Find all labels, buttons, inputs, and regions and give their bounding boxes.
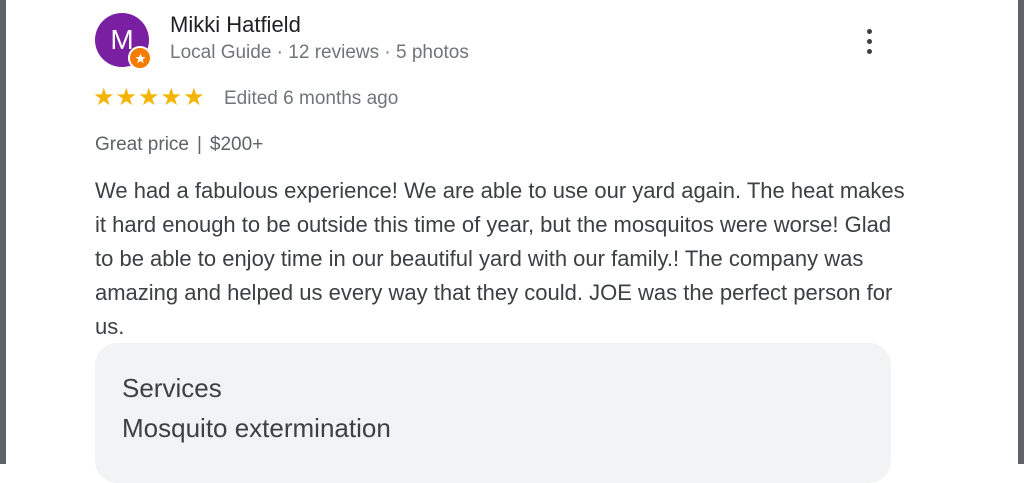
more-options-button[interactable] [856, 24, 882, 58]
window-frame-right [1018, 0, 1024, 464]
price-label: Great price [95, 134, 189, 155]
star-icon: ★ [160, 84, 183, 111]
services-title: Services [122, 373, 222, 403]
star-icon: ★ [93, 84, 115, 111]
services-value: Mosquito extermination [122, 413, 391, 443]
reviewer-meta: Local Guide · 12 reviews · 5 photos [170, 42, 469, 63]
review-text: We had a fabulous experience! We are abl… [95, 178, 905, 339]
more-vert-icon-dot [866, 48, 872, 54]
star-icon: ★ [115, 84, 138, 111]
edited-timestamp: Edited 6 months ago [224, 88, 399, 109]
star-icon: ★ [183, 84, 205, 111]
star-rating: ★ ★ ★ ★ ★ [93, 86, 205, 110]
star-icon: ★ [138, 84, 160, 111]
more-vert-icon [866, 28, 872, 34]
local-guide-badge-icon [128, 46, 152, 70]
services-card: Services Mosquito extermination [95, 343, 891, 483]
price-amount: $200+ [209, 134, 264, 155]
more-vert-icon-dot [866, 38, 872, 44]
price-separator: | [196, 134, 202, 155]
window-frame-left [0, 0, 6, 464]
reviewer-name[interactable]: Mikki Hatfield [170, 12, 301, 38]
price-info: Great price | $200+ [95, 134, 263, 156]
